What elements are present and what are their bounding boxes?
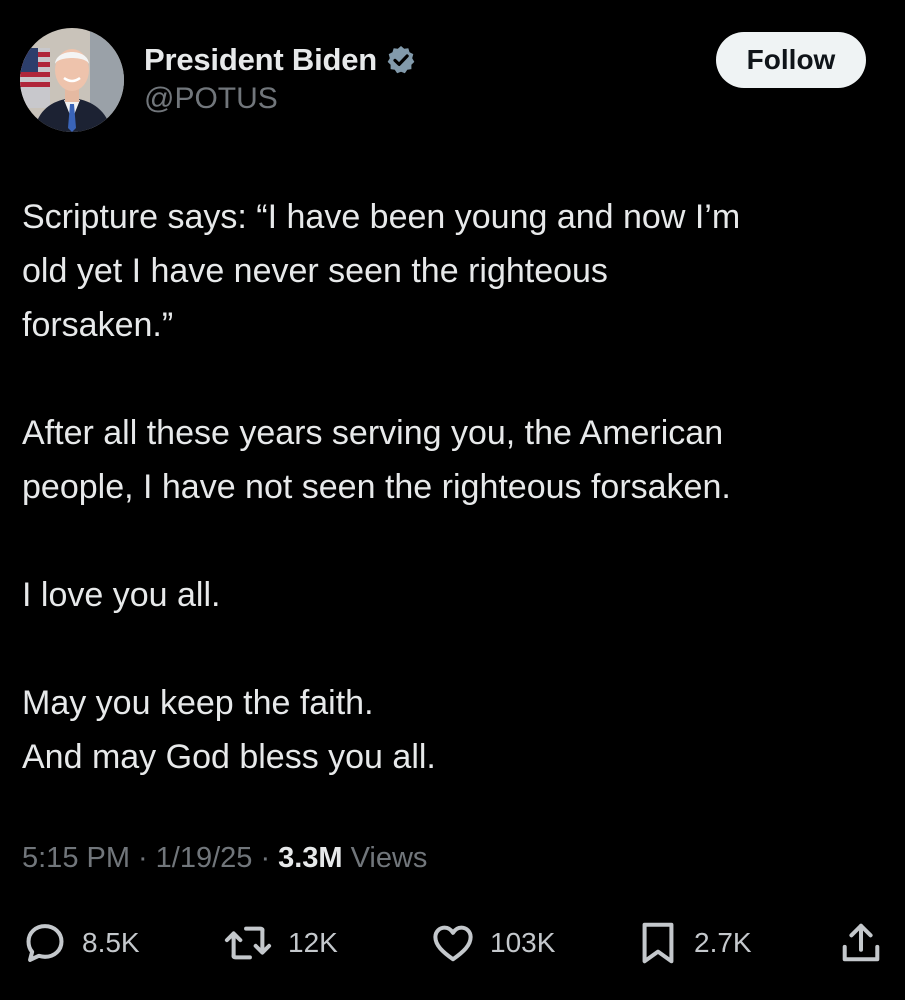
share-button[interactable] [838,915,884,971]
meta-separator: · [138,842,148,874]
tweet-time[interactable]: 5:15 PM [22,842,130,875]
bookmark-button[interactable]: 2.7K [636,915,752,971]
like-button[interactable]: 103K [430,915,555,971]
tweet-date[interactable]: 1/19/25 [156,842,253,875]
tweet-meta: 5:15 PM · 1/19/25 · 3.3M Views [22,842,427,875]
reply-icon [26,924,64,962]
follow-button[interactable]: Follow [716,32,866,88]
action-bar: 8.5K 12K 103K 2.7K [0,915,905,971]
author-display-name[interactable]: President Biden [144,42,377,78]
tweet: President Biden @POTUS Follow Scripture … [0,0,905,1000]
repost-icon [224,926,272,960]
portrait-avatar-icon [20,28,124,132]
repost-count: 12K [288,927,338,958]
avatar[interactable] [20,28,124,132]
tweet-paragraph: After all these years serving you, the A… [22,414,731,506]
bookmark-count: 2.7K [694,927,752,958]
repost-button[interactable]: 12K [222,915,338,971]
author-handle[interactable]: @POTUS [144,82,278,116]
views-label[interactable]: Views [351,842,428,875]
reply-count: 8.5K [82,927,140,958]
bookmark-icon [642,922,674,964]
meta-separator: · [260,842,271,874]
reply-button[interactable]: 8.5K [22,915,140,971]
tweet-paragraph: May you keep the faith. And may God bles… [22,684,436,776]
views-count[interactable]: 3.3M [278,842,342,875]
like-count: 103K [490,927,556,958]
verified-badge-icon[interactable] [385,44,417,76]
tweet-body: Scripture says: “I have been young and n… [22,190,882,838]
heart-icon [433,925,473,962]
author-name-row: President Biden [144,40,417,80]
share-icon [842,923,880,962]
tweet-paragraph: I love you all. [22,576,221,614]
tweet-paragraph: Scripture says: “I have been young and n… [22,198,741,344]
